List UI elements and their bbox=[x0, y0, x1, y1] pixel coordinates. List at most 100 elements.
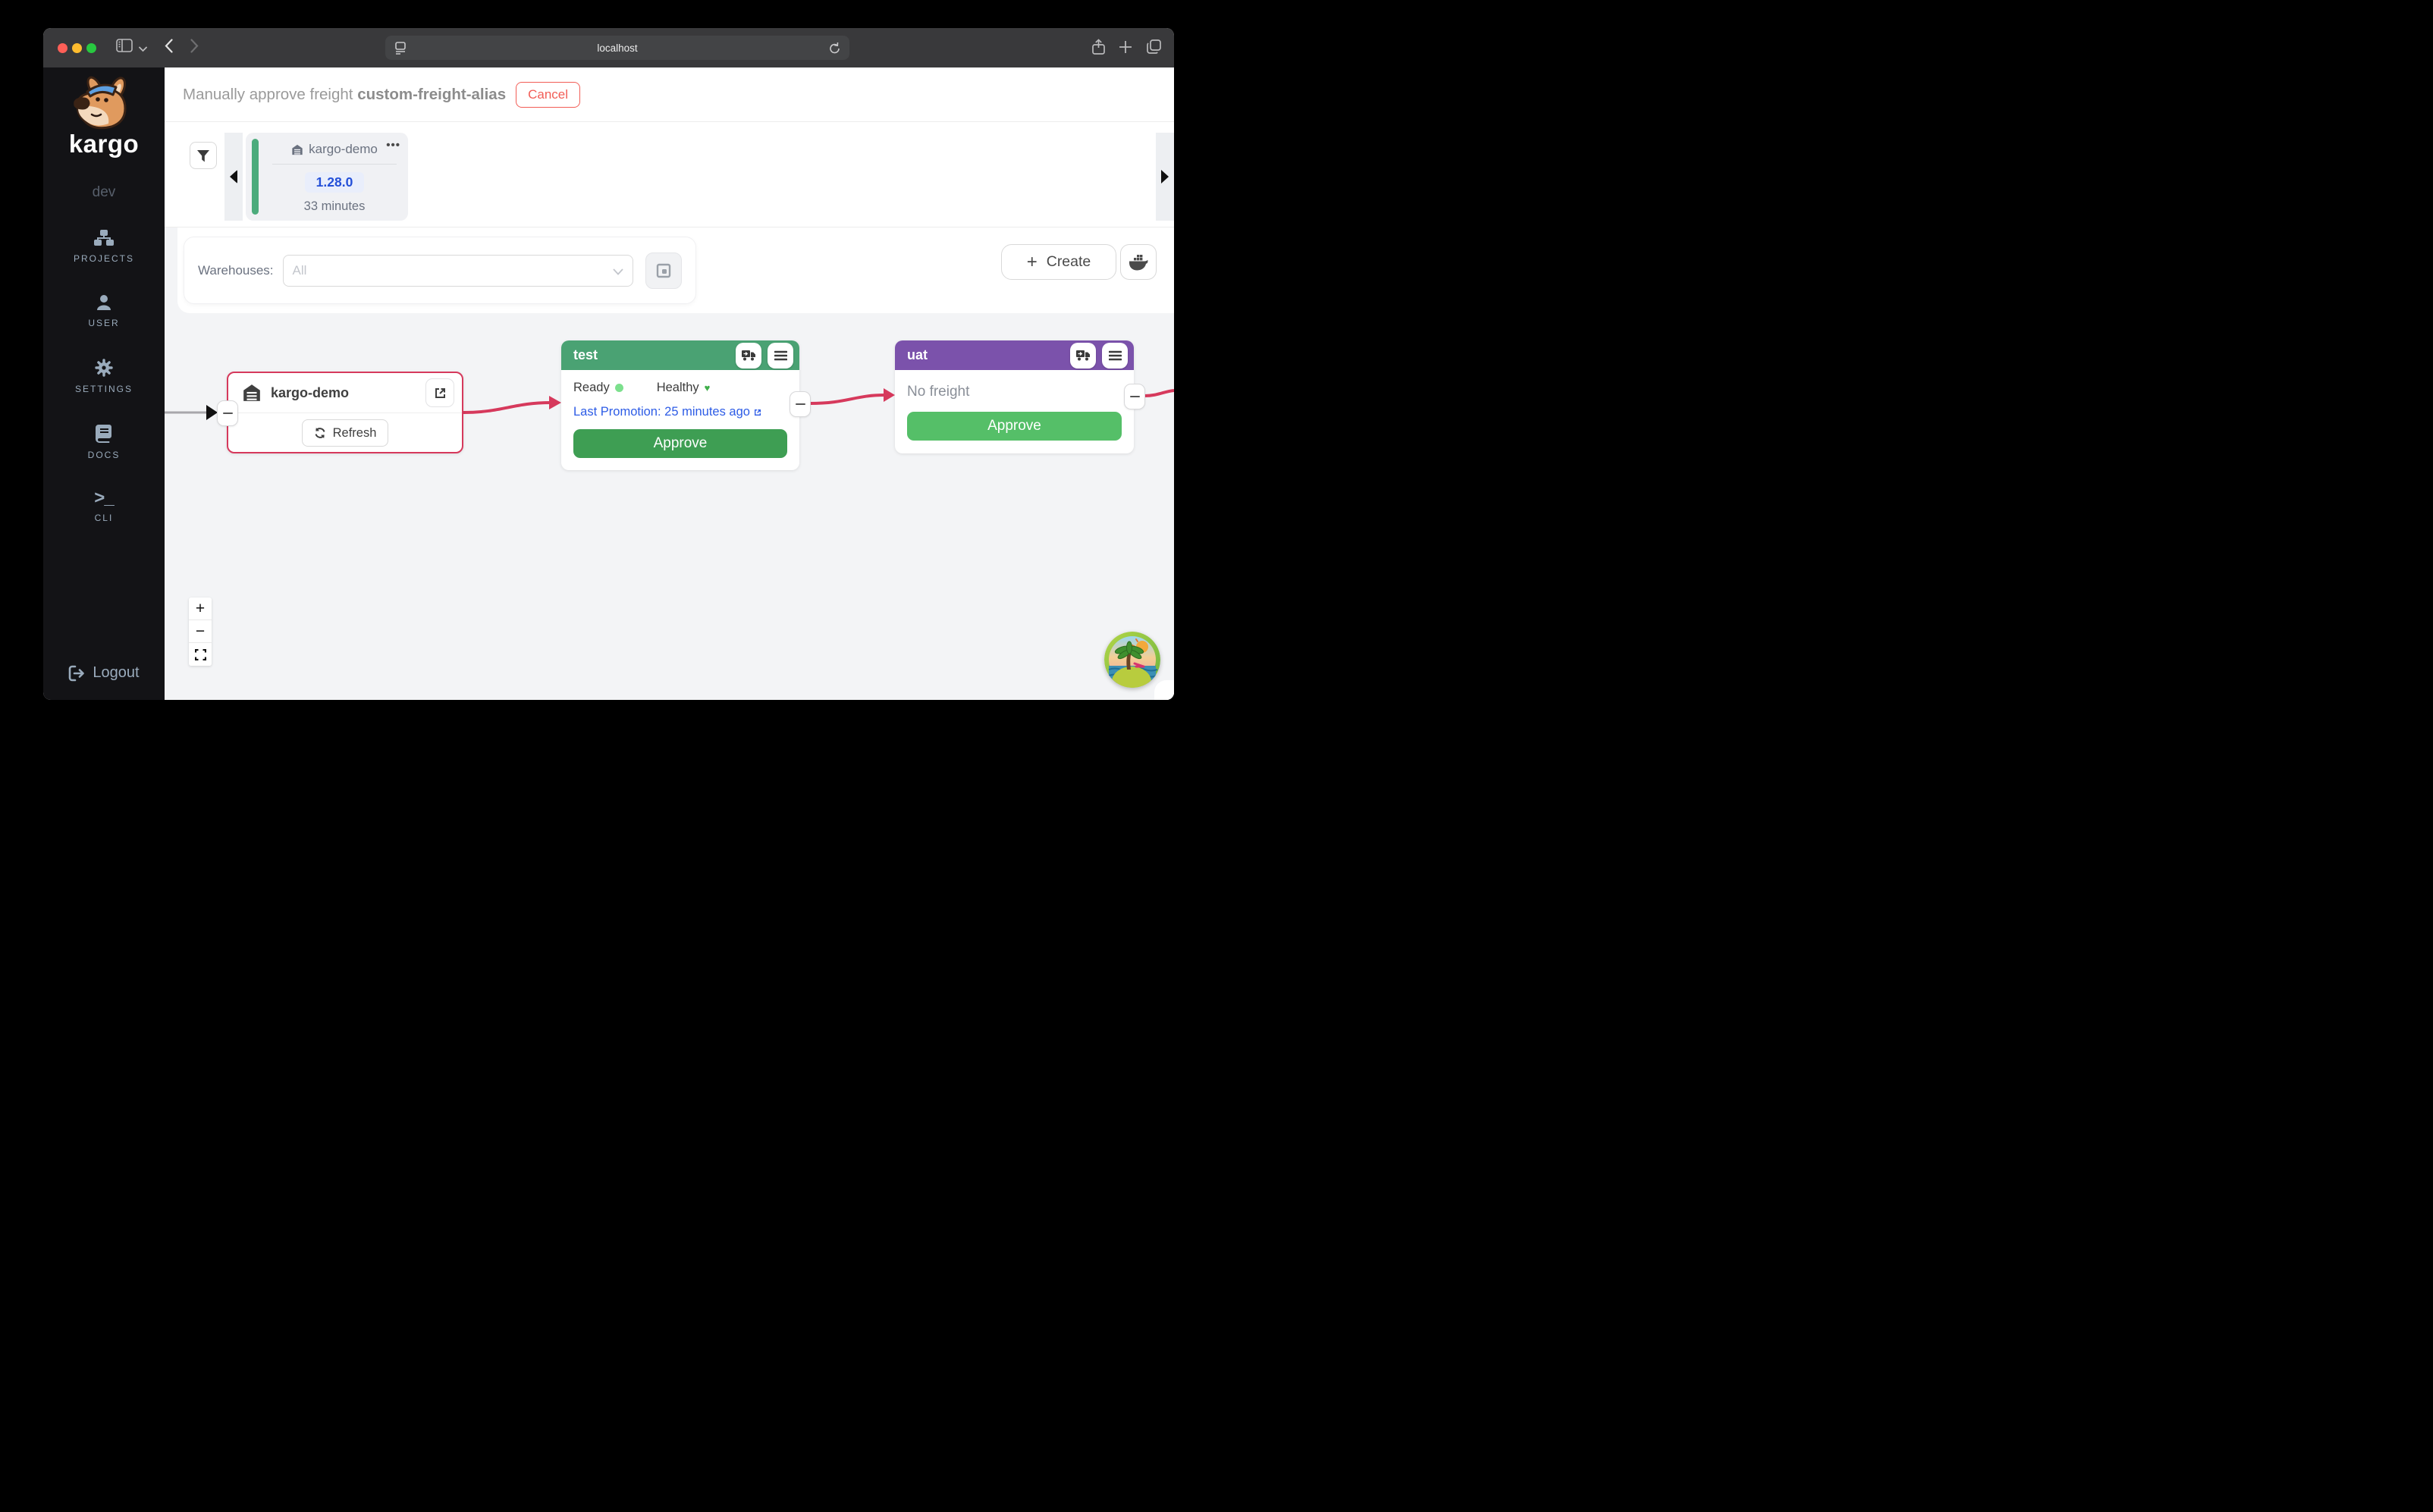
refresh-icon bbox=[314, 427, 326, 439]
page-title: Manually approve freight custom-freight-… bbox=[183, 86, 506, 104]
sidebar: kargo dev PROJECTS USER SETTINGS bbox=[43, 67, 165, 700]
last-promotion-text: Last Promotion: 25 minutes ago bbox=[573, 405, 750, 419]
stage-node-test[interactable]: test Ready Healthy bbox=[561, 340, 799, 470]
island-badge[interactable] bbox=[1104, 632, 1160, 688]
fullscreen-icon bbox=[195, 649, 206, 660]
warehouse-node[interactable]: kargo-demo Refresh bbox=[227, 372, 463, 453]
kangaroo-logo-icon bbox=[66, 75, 142, 134]
timeline-scroll-right[interactable] bbox=[1156, 133, 1174, 221]
freight-truck-button[interactable] bbox=[1070, 343, 1096, 369]
minus-icon bbox=[223, 413, 233, 415]
images-icon bbox=[656, 263, 671, 278]
zoom-out-button[interactable]: − bbox=[189, 620, 212, 643]
stage-menu-button[interactable] bbox=[768, 343, 793, 369]
create-label: Create bbox=[1047, 253, 1091, 271]
freight-stage-bar bbox=[252, 139, 259, 215]
fit-view-button[interactable] bbox=[189, 643, 212, 666]
external-link-icon bbox=[754, 409, 761, 416]
back-button[interactable] bbox=[165, 39, 173, 57]
sidebar-item-projects[interactable]: PROJECTS bbox=[74, 230, 134, 264]
warehouse-icon bbox=[242, 384, 262, 402]
create-button[interactable]: + Create bbox=[1001, 244, 1116, 280]
version-label: dev bbox=[93, 184, 116, 201]
logout-button[interactable]: Logout bbox=[43, 664, 165, 682]
filter-icon bbox=[196, 149, 210, 162]
docker-whale-icon bbox=[1129, 254, 1148, 271]
close-window-button[interactable] bbox=[58, 43, 67, 53]
sidebar-item-docs[interactable]: DOCS bbox=[88, 425, 121, 460]
chevron-down-icon[interactable] bbox=[139, 42, 147, 56]
ready-label: Ready bbox=[573, 381, 610, 395]
approve-button-test[interactable]: Approve bbox=[573, 429, 787, 458]
freight-card[interactable]: kargo-demo ••• 1.28.0 33 minutes bbox=[246, 133, 408, 221]
freight-truck-button[interactable] bbox=[736, 343, 761, 369]
sidebar-item-cli[interactable]: >_ CLI bbox=[94, 491, 113, 523]
sidebar-item-label: SETTINGS bbox=[75, 384, 133, 394]
refresh-button[interactable]: Refresh bbox=[302, 419, 389, 447]
page-title-prefix: Manually approve freight bbox=[183, 86, 357, 103]
share-icon[interactable] bbox=[1091, 39, 1106, 59]
stage-menu-button[interactable] bbox=[1102, 343, 1128, 369]
health-heart-icon: ♥ bbox=[705, 382, 711, 394]
sidebar-item-settings[interactable]: SETTINGS bbox=[75, 359, 133, 394]
last-promotion-link[interactable]: Last Promotion: 25 minutes ago bbox=[573, 405, 787, 419]
zoom-in-button[interactable]: + bbox=[189, 598, 212, 620]
test-output-handle[interactable] bbox=[790, 391, 811, 417]
logout-icon bbox=[68, 665, 85, 682]
minus-icon bbox=[1130, 396, 1140, 398]
stage-node-uat[interactable]: uat No freight Approve bbox=[895, 340, 1134, 453]
user-icon bbox=[96, 294, 112, 311]
tropical-island-icon bbox=[1104, 632, 1160, 688]
filter-button[interactable] bbox=[190, 142, 217, 169]
sidebar-nav: PROJECTS USER SETTINGS DOCS >_ CLI bbox=[74, 230, 134, 523]
sidebar-item-user[interactable]: USER bbox=[88, 294, 119, 328]
reader-view-icon[interactable] bbox=[394, 42, 407, 58]
canvas-corner-panel bbox=[1154, 680, 1174, 700]
minimize-window-button[interactable] bbox=[72, 43, 82, 53]
timeline-scroll-left[interactable] bbox=[224, 133, 243, 221]
refresh-label: Refresh bbox=[333, 426, 377, 441]
pipeline-canvas[interactable]: Warehouses: All + Create bbox=[165, 227, 1174, 700]
warehouse-input-handle[interactable] bbox=[217, 400, 238, 426]
sidebar-item-label: DOCS bbox=[88, 450, 121, 460]
canvas-zoom-controls: + − bbox=[189, 598, 212, 666]
zoom-window-button[interactable] bbox=[86, 43, 96, 53]
no-freight-label: No freight bbox=[907, 384, 1122, 400]
browser-window: localhost bbox=[43, 28, 1174, 700]
url-text: localhost bbox=[597, 42, 637, 54]
truck-icon bbox=[1076, 350, 1091, 361]
uat-output-handle[interactable] bbox=[1124, 384, 1145, 409]
brand-name: kargo bbox=[69, 130, 139, 158]
stage-title: uat bbox=[907, 347, 1064, 363]
terminal-icon: >_ bbox=[94, 491, 113, 506]
tab-overview-icon[interactable] bbox=[1146, 39, 1162, 58]
forward-button[interactable] bbox=[190, 39, 199, 57]
ready-status-dot bbox=[615, 384, 623, 392]
freight-timeline: kargo-demo ••• 1.28.0 33 minutes bbox=[165, 122, 1174, 227]
chevron-down-icon bbox=[613, 264, 623, 279]
images-toggle-button[interactable] bbox=[645, 253, 682, 289]
kargo-logo[interactable]: kargo bbox=[66, 75, 142, 158]
hamburger-menu-icon bbox=[1109, 350, 1122, 361]
left-arrow-icon bbox=[230, 170, 237, 184]
new-tab-icon[interactable] bbox=[1119, 40, 1132, 58]
address-bar[interactable]: localhost bbox=[385, 36, 849, 60]
open-warehouse-button[interactable] bbox=[425, 378, 454, 407]
docker-button[interactable] bbox=[1120, 244, 1157, 280]
reload-icon[interactable] bbox=[829, 42, 840, 58]
gear-icon bbox=[95, 359, 113, 377]
freight-version-tag[interactable]: 1.28.0 bbox=[305, 172, 365, 193]
browser-chrome: localhost bbox=[43, 28, 1174, 67]
cancel-button[interactable]: Cancel bbox=[516, 82, 580, 108]
hamburger-menu-icon bbox=[774, 350, 787, 361]
freight-age: 33 minutes bbox=[304, 199, 366, 214]
warehouses-select[interactable]: All bbox=[283, 255, 633, 287]
freight-warehouse-name: kargo-demo bbox=[309, 142, 378, 157]
page-header: Manually approve freight custom-freight-… bbox=[165, 67, 1174, 122]
freight-menu-button[interactable]: ••• bbox=[386, 139, 400, 152]
external-link-icon bbox=[434, 387, 447, 400]
right-arrow-icon bbox=[1161, 170, 1169, 184]
sidebar-toggle-icon[interactable] bbox=[116, 39, 133, 56]
approve-button-uat[interactable]: Approve bbox=[907, 412, 1122, 441]
projects-icon bbox=[94, 230, 114, 246]
